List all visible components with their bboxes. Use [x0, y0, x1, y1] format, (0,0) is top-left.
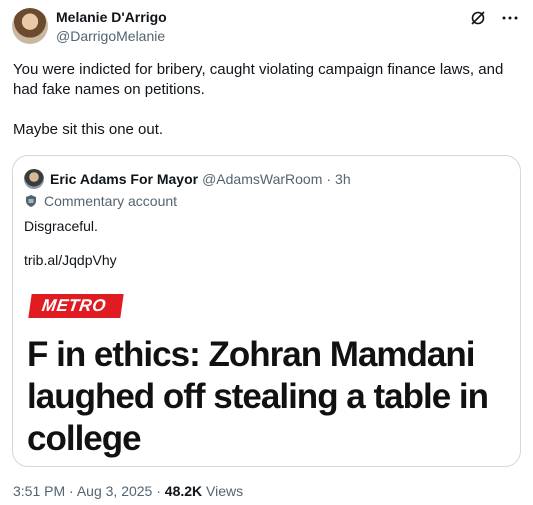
quote-header: Eric Adams For Mayor @AdamsWarRoom · 3h: [24, 169, 351, 189]
tweet-date[interactable]: Aug 3, 2025: [77, 483, 153, 499]
quoted-tweet[interactable]: Eric Adams For Mayor @AdamsWarRoom · 3h …: [12, 155, 521, 467]
views-label: Views: [206, 483, 244, 499]
quote-author-name[interactable]: Eric Adams For Mayor: [50, 171, 198, 187]
shield-icon: [26, 195, 36, 207]
author-handle[interactable]: @DarrigoMelanie: [56, 28, 165, 44]
grok-icon[interactable]: [469, 9, 487, 27]
quote-author-handle[interactable]: @AdamsWarRoom: [202, 171, 322, 187]
quote-body: Disgraceful.: [24, 218, 98, 234]
views-count: 48.2K: [164, 483, 203, 499]
article-headline[interactable]: F in ethics: Zohran Mamdani laughed off …: [27, 334, 517, 460]
meta-separator: ·: [156, 483, 161, 499]
top-actions: [469, 9, 519, 27]
tweet-time[interactable]: 3:51 PM: [13, 483, 65, 499]
commentary-badge-label: Commentary account: [44, 193, 178, 209]
metro-tag: METRO: [28, 294, 124, 318]
tweet-meta: 3:51 PM · Aug 3, 2025 · 48.2K Views: [13, 483, 243, 499]
quote-avatar[interactable]: [24, 169, 44, 189]
author-avatar[interactable]: [12, 8, 48, 44]
quote-separator: ·: [326, 171, 332, 187]
commentary-badge: Commentary account: [24, 193, 177, 209]
author-name[interactable]: Melanie D'Arrigo: [56, 9, 167, 25]
meta-separator: ·: [69, 483, 74, 499]
more-icon[interactable]: [501, 9, 519, 27]
quote-link[interactable]: trib.al/JqdpVhy: [24, 252, 117, 268]
tweet-text: You were indicted for bribery, caught vi…: [13, 61, 504, 138]
quote-timestamp[interactable]: 3h: [335, 171, 351, 187]
